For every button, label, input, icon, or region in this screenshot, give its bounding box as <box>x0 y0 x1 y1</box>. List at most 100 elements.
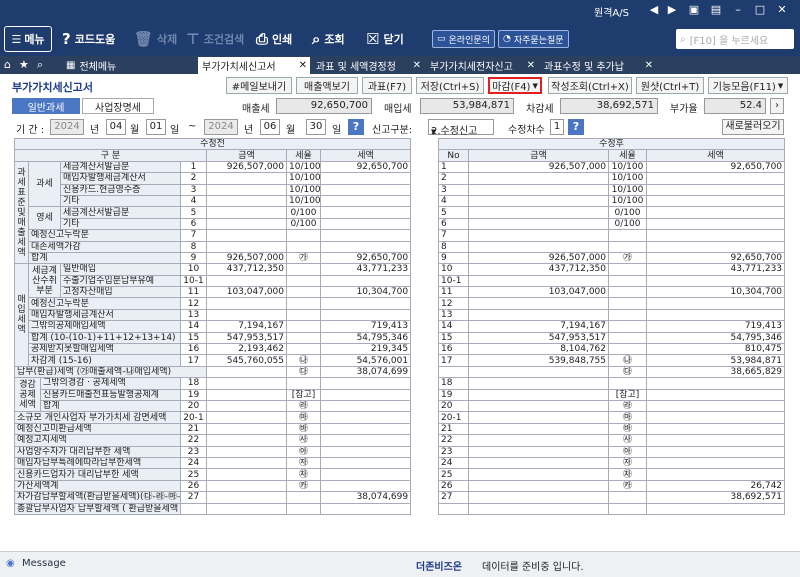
amount-cell[interactable] <box>206 206 287 219</box>
rate-cell[interactable]: 10/100 <box>608 160 647 174</box>
rate-cell[interactable] <box>608 229 647 242</box>
back-icon[interactable]: ◀ <box>646 2 662 18</box>
tax-cell[interactable] <box>645 183 786 196</box>
rate-cell[interactable] <box>286 297 321 310</box>
mail-button[interactable]: #메일보내기 <box>226 77 292 94</box>
rate-cell[interactable]: 0/100 <box>286 206 321 219</box>
tax-cell[interactable] <box>319 297 412 310</box>
amount-cell[interactable] <box>468 468 609 481</box>
tax-cell[interactable] <box>319 411 412 424</box>
tax-cell[interactable] <box>319 468 412 481</box>
tax-cell[interactable]: 38,692,571 <box>645 491 786 504</box>
rate-cell[interactable]: ㉮ <box>608 251 647 265</box>
amount-cell[interactable] <box>468 308 609 322</box>
rate-cell[interactable]: ㉴ <box>286 434 321 447</box>
rate-cell[interactable] <box>608 491 647 504</box>
rate-cell[interactable]: ㉸ <box>608 479 647 493</box>
to-day-input[interactable]: 30 <box>306 119 326 135</box>
inquiry-button[interactable]: ⌕ 조회 <box>312 22 345 56</box>
rate-cell[interactable]: ㉸ <box>286 479 321 493</box>
tax-cell[interactable] <box>645 422 786 436</box>
rate-cell[interactable] <box>286 286 321 299</box>
tax-cell[interactable] <box>645 194 786 208</box>
tax-cell[interactable]: 54,795,346 <box>319 331 412 345</box>
amount-cell[interactable] <box>206 229 287 242</box>
tax-cell[interactable]: 719,413 <box>319 320 412 333</box>
amount-cell[interactable] <box>468 206 609 219</box>
amount-cell[interactable] <box>468 229 609 242</box>
remote-support-label[interactable]: 원격A/S <box>594 4 629 19</box>
revision-input[interactable]: 1 <box>550 119 564 135</box>
amount-cell[interactable] <box>206 365 287 379</box>
tax-cell[interactable] <box>645 456 786 470</box>
amount-cell[interactable]: 103,047,000 <box>468 286 609 299</box>
rate-cell[interactable]: ㉱ <box>286 399 321 413</box>
report-type-select[interactable]: 2.수정신고 ▼ <box>428 119 494 137</box>
rate-cell[interactable]: ㉳ <box>608 422 647 436</box>
faq-button[interactable]: ◔ 자주묻는질문 <box>498 30 569 48</box>
tax-cell[interactable] <box>319 194 412 208</box>
rate-cell[interactable] <box>286 343 321 356</box>
close-tab-icon[interactable]: ✕ <box>299 60 307 71</box>
amount-cell[interactable] <box>468 445 609 458</box>
close-f4-button[interactable]: 마감(F4) ▼ <box>488 77 542 94</box>
rate-cell[interactable] <box>608 343 647 356</box>
tax-cell[interactable] <box>319 445 412 458</box>
amount-cell[interactable]: 539,848,755 <box>468 354 609 367</box>
tax-cell[interactable] <box>645 388 786 402</box>
delete-button[interactable]: 🗑 삭제 <box>134 22 177 56</box>
forward-icon[interactable]: ▶ <box>664 2 680 18</box>
tax-cell[interactable]: 92,650,700 <box>645 160 786 174</box>
minimize-icon[interactable]: – <box>730 2 746 18</box>
rate-cell[interactable] <box>608 308 647 322</box>
menu-search-input[interactable]: ⌕ [F10] 을 누르세요 <box>676 29 794 49</box>
rate-cell[interactable] <box>286 320 321 333</box>
rate-cell[interactable]: ㉵ <box>608 445 647 458</box>
chevron-right-icon[interactable]: › <box>770 98 784 114</box>
tax-cell[interactable] <box>319 183 412 196</box>
sales-view-button[interactable]: 매출액보기 <box>296 77 358 94</box>
rate-cell[interactable]: ㉱ <box>608 399 647 413</box>
tax-cell[interactable] <box>319 240 412 253</box>
rate-cell[interactable] <box>608 331 647 345</box>
tax-cell[interactable]: 810,475 <box>645 343 786 356</box>
rate-cell[interactable] <box>286 229 321 242</box>
rate-cell[interactable] <box>608 502 647 515</box>
rate-cell[interactable] <box>608 263 647 276</box>
amount-cell[interactable] <box>468 502 609 515</box>
tax-cell[interactable] <box>645 434 786 447</box>
amount-cell[interactable] <box>206 183 287 196</box>
rate-cell[interactable] <box>286 274 321 288</box>
amount-cell[interactable]: 8,104,762 <box>468 343 609 356</box>
close-button[interactable]: ☒ 닫기 <box>366 22 404 56</box>
rate-cell[interactable]: 0/100 <box>608 217 647 231</box>
rate-cell[interactable]: ㉰ <box>608 365 647 379</box>
tax-cell[interactable] <box>319 456 412 470</box>
amount-cell[interactable]: 437,712,350 <box>468 263 609 276</box>
amount-cell[interactable]: 2,193,462 <box>206 343 287 356</box>
amount-cell[interactable]: 926,507,000 <box>468 251 609 265</box>
rate-cell[interactable] <box>286 308 321 322</box>
rate-cell[interactable] <box>608 274 647 288</box>
tax-cell[interactable]: 38,665,829 <box>645 365 786 379</box>
amount-cell[interactable] <box>468 479 609 493</box>
tax-cell[interactable] <box>645 274 786 288</box>
print-button[interactable]: ⎙ 인쇄 <box>256 22 292 56</box>
to-month-input[interactable]: 06 <box>260 119 280 135</box>
subtab-general[interactable]: 일반과세 <box>12 98 80 114</box>
rate-cell[interactable] <box>286 331 321 345</box>
from-year-input[interactable]: 2024 <box>50 119 84 135</box>
tax-cell[interactable] <box>319 217 412 231</box>
amount-cell[interactable] <box>206 194 287 208</box>
rate-cell[interactable]: 10/100 <box>608 194 647 208</box>
rate-cell[interactable]: ㉮ <box>286 251 321 265</box>
rate-cell[interactable] <box>608 286 647 299</box>
tax-cell[interactable] <box>319 388 412 402</box>
close-window-icon[interactable]: ✕ <box>774 2 790 18</box>
amount-cell[interactable] <box>206 377 287 390</box>
message-label[interactable]: Message <box>22 558 66 569</box>
to-year-input[interactable]: 2024 <box>204 119 238 135</box>
rate-cell[interactable]: [참고] <box>608 388 647 402</box>
tax-cell[interactable]: 719,413 <box>645 320 786 333</box>
tax-cell[interactable]: 10,304,700 <box>645 286 786 299</box>
